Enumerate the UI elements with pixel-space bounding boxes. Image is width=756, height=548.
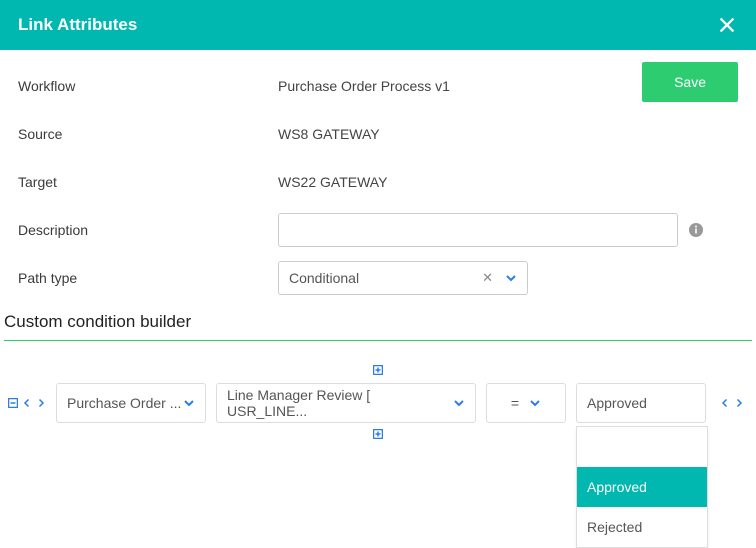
nav-prev-right[interactable] [720,395,730,411]
condition-operator-value: = [511,395,519,411]
chevron-down-icon [183,397,195,409]
nav-prev[interactable] [22,395,32,411]
collapse-toggle[interactable] [8,395,18,411]
dropdown-option-rejected[interactable]: Rejected [577,507,707,547]
condition-value-select[interactable]: Approved Approved Rejected [576,383,706,423]
workflow-label: Workflow [18,78,278,94]
nav-next[interactable] [36,395,46,411]
source-value: WS8 GATEWAY [278,126,380,142]
description-label: Description [18,222,278,238]
pathtype-value: Conditional [289,270,359,286]
condition-entity-value: Purchase Order ... [67,395,181,411]
row-source: Source WS8 GATEWAY [18,110,738,158]
dialog-header: Link Attributes [0,0,756,50]
row-right-controls [720,395,744,411]
plus-icon [373,429,383,439]
form-area: Save Workflow Purchase Order Process v1 … [0,50,756,306]
chevron-down-icon [505,272,517,284]
condition-row: Purchase Order ... Line Manager Review [… [8,383,748,423]
condition-entity-select[interactable]: Purchase Order ... [56,383,206,423]
condition-operator-select[interactable]: = [486,383,566,423]
save-button[interactable]: Save [642,62,738,102]
target-value: WS22 GATEWAY [278,174,387,190]
row-description: Description [18,206,738,254]
plus-icon [373,365,383,375]
builder-title: Custom condition builder [0,306,756,340]
pathtype-label: Path type [18,270,278,286]
condition-value: Approved [587,395,695,411]
pathtype-controls: ✕ [482,270,517,286]
source-label: Source [18,126,278,142]
workflow-value: Purchase Order Process v1 [278,78,450,94]
row-left-controls [8,395,46,411]
close-button[interactable] [716,14,738,36]
chevron-down-icon [453,397,465,409]
target-label: Target [18,174,278,190]
condition-field-value: Line Manager Review [ USR_LINE... [227,387,453,419]
description-input[interactable] [278,213,678,247]
pathtype-select[interactable]: Conditional ✕ [278,261,528,295]
value-dropdown-menu: Approved Rejected [576,426,708,548]
description-field-wrap [278,213,704,247]
row-target: Target WS22 GATEWAY [18,158,738,206]
chevron-down-icon [529,397,541,409]
condition-field-select[interactable]: Line Manager Review [ USR_LINE... [216,383,476,423]
pathtype-clear-icon[interactable]: ✕ [482,270,493,286]
nav-next-right[interactable] [734,395,744,411]
row-workflow: Workflow Purchase Order Process v1 [18,62,738,110]
close-icon [716,14,738,36]
info-icon [688,222,704,238]
dialog-title: Link Attributes [18,15,137,35]
add-row-above[interactable] [8,365,748,377]
row-pathtype: Path type Conditional ✕ [18,254,738,302]
dropdown-option-approved[interactable]: Approved [577,467,707,507]
condition-builder: Purchase Order ... Line Manager Review [… [0,341,756,441]
dropdown-option-blank[interactable] [577,427,707,467]
